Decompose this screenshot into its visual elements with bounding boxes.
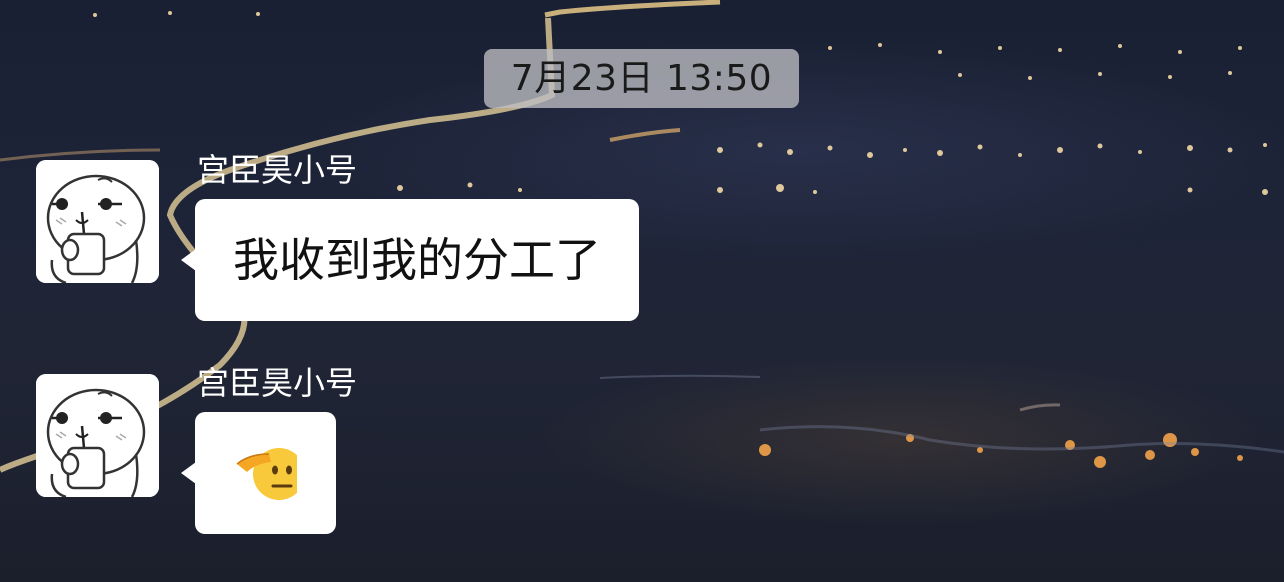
- message-timestamp: 7月23日 13:50: [484, 49, 799, 108]
- sender-name: 宫臣昊小号: [197, 151, 358, 189]
- sender-avatar[interactable]: [36, 374, 159, 497]
- sender-avatar[interactable]: [36, 160, 159, 283]
- message-bubble[interactable]: 我收到我的分工了: [181, 199, 639, 321]
- bubble-tail: [181, 249, 196, 271]
- saluting-face-icon: [235, 442, 297, 504]
- drinking-cartoon-avatar-icon: [36, 160, 159, 283]
- sender-name: 宫臣昊小号: [197, 364, 358, 402]
- message-bubble[interactable]: [181, 412, 336, 534]
- drinking-cartoon-avatar-icon: [36, 374, 159, 497]
- bubble-tail: [181, 462, 196, 484]
- message-text: 我收到我的分工了: [233, 233, 601, 287]
